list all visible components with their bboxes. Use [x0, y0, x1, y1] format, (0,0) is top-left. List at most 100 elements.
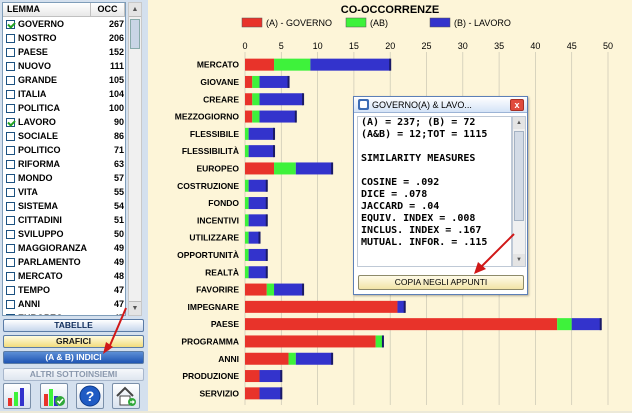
lemma-list[interactable]: LEMMA OCC GOVERNO 267 NOSTRO 206 PAESE 152 NUO… [2, 2, 126, 316]
category-label: FAVORIRE [196, 285, 239, 295]
header-occ[interactable]: OCC [91, 3, 125, 16]
bar-segment [245, 179, 249, 192]
scroll-thumb[interactable] [130, 19, 140, 49]
lemma-label: PARLAMENTO [18, 257, 81, 267]
list-item[interactable]: SVILUPPO 50 [3, 227, 125, 241]
list-item[interactable]: EUROPEO47 [3, 311, 125, 315]
lemma-checkbox[interactable] [6, 173, 15, 183]
lemma-checkbox[interactable] [6, 19, 15, 29]
lemma-checkbox[interactable] [6, 243, 15, 253]
chart-check-button[interactable] [40, 383, 68, 409]
list-item[interactable]: POLITICA 100 [3, 101, 125, 115]
category-label: FLESSIBILE [190, 129, 239, 139]
list-item[interactable]: MAGGIORANZA 49 [3, 241, 125, 255]
bar-segment [274, 58, 311, 71]
lemma-checkbox[interactable] [6, 187, 15, 197]
lemma-checkbox[interactable] [6, 89, 15, 99]
list-item[interactable]: ITALIA 104 [3, 87, 125, 101]
tick-label: 30 [458, 41, 468, 51]
similarity-line: INCLUS. INDEX = .167 [361, 225, 482, 236]
list-item[interactable]: ANNI 47 [3, 297, 125, 311]
tabelle-button[interactable]: TABELLE [3, 319, 144, 332]
scroll-thumb[interactable] [514, 131, 524, 221]
list-item[interactable]: POLITICO 71 [3, 143, 125, 157]
lemma-checkbox[interactable] [6, 47, 15, 57]
list-item[interactable]: LAVORO 90 [3, 115, 125, 129]
copy-to-clipboard-button[interactable]: COPIA NEGLI APPUNTI [358, 275, 524, 290]
list-item[interactable]: SOCIALE 86 [3, 129, 125, 143]
popup-titlebar[interactable]: GOVERNO(A) & LAVO... x [354, 97, 527, 113]
lemma-label: PAESE [18, 47, 48, 57]
similarity-popup[interactable]: GOVERNO(A) & LAVO... x (A) = 237; (B) = … [353, 96, 528, 295]
scroll-up-icon[interactable]: ▲ [513, 117, 525, 129]
bar-end [287, 75, 290, 88]
list-item[interactable]: PAESE 152 [3, 45, 125, 59]
list-scrollbar[interactable]: ▲ ▼ [128, 2, 142, 316]
similarity-line: JACCARD = .04 [361, 201, 440, 212]
category-label: INCENTIVI [197, 215, 239, 225]
lemma-occ: 51 [113, 215, 124, 225]
lemma-checkbox[interactable] [6, 75, 15, 85]
list-item[interactable]: NUOVO 111 [3, 59, 125, 73]
popup-scrollbar[interactable]: ▲ ▼ [512, 116, 526, 267]
lemma-checkbox[interactable] [6, 271, 15, 281]
scroll-down-icon[interactable]: ▼ [129, 301, 141, 315]
lemma-checkbox[interactable] [6, 103, 15, 113]
bar-segment [245, 93, 253, 106]
similarity-text[interactable]: (A) = 237; (B) = 72 (A&B) = 12;TOT = 1115… [357, 116, 512, 267]
category-label: OPPORTUNITÀ [177, 250, 239, 260]
bar-segment [288, 352, 296, 365]
lemma-checkbox[interactable] [6, 257, 15, 267]
lemma-checkbox[interactable] [6, 285, 15, 295]
list-item[interactable]: MONDO 57 [3, 171, 125, 185]
list-item[interactable]: CITTADINI 51 [3, 213, 125, 227]
lemma-checkbox[interactable] [6, 33, 15, 43]
lemma-checkbox[interactable] [6, 215, 15, 225]
bar-end [280, 387, 283, 400]
bar-segment [248, 248, 267, 261]
lemma-checkbox[interactable] [6, 61, 15, 71]
lemma-occ: 104 [108, 89, 124, 99]
bar-segment [266, 283, 275, 296]
bar-segment [245, 162, 275, 175]
lemma-label: GRANDE [18, 75, 58, 85]
bar-segment [245, 127, 249, 140]
lemma-checkbox[interactable] [6, 117, 15, 127]
lemma-checkbox[interactable] [6, 131, 15, 141]
list-item[interactable]: PARLAMENTO 49 [3, 255, 125, 269]
category-label: MERCATO [197, 60, 240, 70]
lemma-checkbox[interactable] [6, 229, 15, 239]
bar-segment [245, 335, 376, 348]
lemma-occ: 206 [108, 33, 124, 43]
lemma-checkbox[interactable] [6, 145, 15, 155]
list-item[interactable]: GOVERNO 267 [3, 17, 125, 31]
altri-sottoinsiemi-button[interactable]: ALTRI SOTTOINSIEMI [3, 368, 144, 381]
home-button[interactable] [112, 383, 140, 409]
scroll-up-icon[interactable]: ▲ [129, 3, 141, 17]
list-item[interactable]: MERCATO 48 [3, 269, 125, 283]
list-item[interactable]: RIFORMA 63 [3, 157, 125, 171]
list-item[interactable]: VITA 55 [3, 185, 125, 199]
category-label: MEZZOGIORNO [175, 112, 240, 122]
lemma-checkbox[interactable] [6, 299, 15, 309]
help-button[interactable]: ? [76, 383, 104, 409]
list-item[interactable]: NOSTRO 206 [3, 31, 125, 45]
list-item[interactable]: TEMPO 47 [3, 283, 125, 297]
tick-label: 50 [603, 41, 613, 51]
lemma-checkbox[interactable] [6, 201, 15, 211]
header-lemma[interactable]: LEMMA [3, 3, 91, 16]
category-label: EUROPEO [196, 163, 239, 173]
lemma-label: MAGGIORANZA [18, 243, 87, 253]
list-item[interactable]: SISTEMA 54 [3, 199, 125, 213]
list-item[interactable]: GRANDE 105 [3, 73, 125, 87]
lemma-occ: 71 [113, 145, 124, 155]
indici-button[interactable]: (A & B) INDICI [3, 351, 144, 364]
lemma-label: VITA [18, 187, 38, 197]
lemma-checkbox[interactable] [6, 159, 15, 169]
grafici-button[interactable]: GRAFICI [3, 335, 144, 348]
chart-button[interactable] [3, 383, 31, 409]
close-icon[interactable]: x [510, 98, 524, 111]
scroll-down-icon[interactable]: ▼ [513, 254, 525, 266]
lemma-checkbox[interactable] [6, 313, 15, 315]
bar-end [302, 283, 305, 296]
